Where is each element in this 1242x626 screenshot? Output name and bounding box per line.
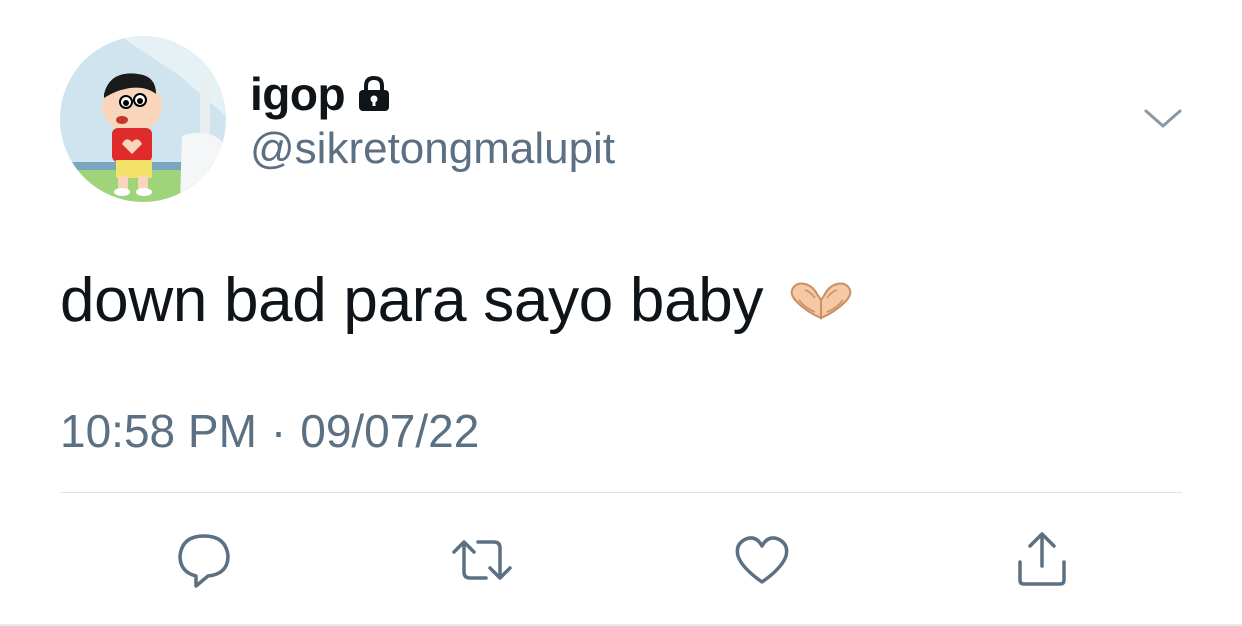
reply-button[interactable] — [174, 530, 234, 590]
share-button[interactable] — [1012, 530, 1072, 590]
tweet-timestamp[interactable]: 10:58 PM · 09/07/22 — [60, 404, 479, 458]
heart-icon — [735, 536, 789, 584]
tweet-date: 09/07/22 — [300, 405, 480, 457]
retweet-button[interactable] — [450, 530, 512, 590]
tweet-text-row: down bad para sayo baby — [60, 262, 857, 339]
tweet-time: 10:58 PM — [60, 405, 257, 457]
retweet-icon — [452, 540, 512, 580]
lock-icon — [357, 75, 391, 117]
like-button[interactable] — [732, 530, 792, 590]
avatar-image — [60, 36, 226, 202]
timestamp-separator: · — [270, 405, 287, 457]
user-name-row: igop — [250, 66, 391, 122]
user-handle[interactable]: @sikretongmalupit — [250, 124, 615, 174]
tweet-card: igop @sikretongmalupit down bad para say… — [0, 0, 1242, 626]
divider — [60, 492, 1182, 493]
avatar[interactable] — [60, 36, 226, 202]
tweet-text: down bad para sayo baby — [60, 266, 764, 335]
display-name[interactable]: igop — [250, 67, 346, 121]
chevron-down-icon[interactable] — [1142, 106, 1184, 132]
heart-hands-icon — [785, 268, 857, 339]
share-icon — [1018, 532, 1066, 586]
reply-icon — [178, 534, 230, 588]
